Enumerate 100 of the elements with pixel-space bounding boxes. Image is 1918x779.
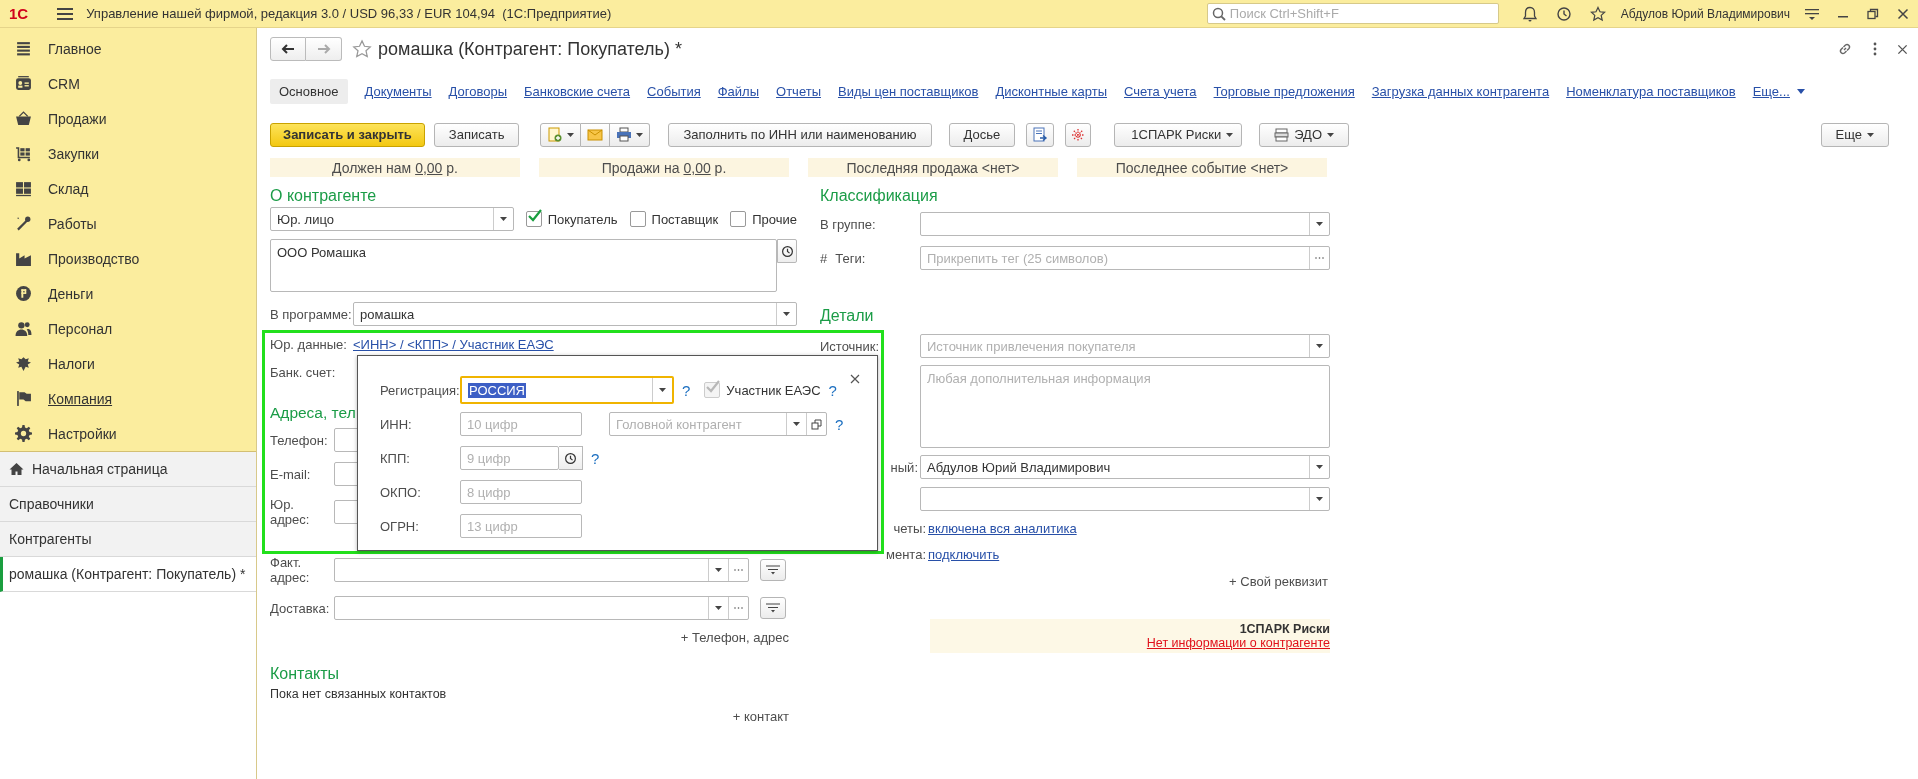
tab[interactable]: Виды цен поставщиков	[838, 78, 979, 104]
select-field[interactable]	[920, 487, 1330, 511]
section-item[interactable]: Производство	[0, 241, 256, 276]
spark-info-link[interactable]: Нет информации о контрагенте	[1146, 636, 1330, 650]
checkbox-label: Прочие	[752, 211, 797, 227]
legal-data-link[interactable]: <ИНН> / <КПП> / Участник ЕАЭС	[353, 336, 554, 352]
checkbox[interactable]	[730, 211, 747, 227]
section-item[interactable]: Продажи	[0, 101, 256, 136]
save-button[interactable]: Записать	[433, 122, 520, 147]
star-icon[interactable]	[1589, 5, 1606, 22]
checkbox[interactable]	[525, 211, 542, 227]
field-label: Регистрация:	[380, 382, 460, 398]
add-phone-address-link[interactable]: + Телефон, адрес	[680, 630, 789, 645]
dossier-button[interactable]: Досье	[948, 122, 1016, 147]
name-field[interactable]: ООО Ромашка	[270, 239, 778, 292]
section-item[interactable]: Настройки	[0, 416, 256, 451]
section-heading: О контрагенте	[270, 186, 377, 206]
address-field[interactable]	[334, 558, 749, 582]
check-icon	[526, 209, 543, 223]
add-attribute-link[interactable]: + Свой реквизит	[1229, 574, 1328, 589]
tab[interactable]: Дисконтные карты	[995, 78, 1107, 104]
caret-icon	[1316, 222, 1323, 226]
bell-icon[interactable]	[1521, 5, 1538, 22]
history-button[interactable]	[559, 446, 583, 470]
add-contact-link[interactable]: + контакт	[732, 709, 789, 724]
check-icon	[705, 380, 722, 394]
section-item[interactable]: Персонал	[0, 311, 256, 346]
section-item[interactable]: CRM	[0, 66, 256, 101]
tab[interactable]: Банковские счета	[524, 78, 631, 104]
window-item[interactable]: Справочники	[0, 487, 256, 522]
more-tabs-link[interactable]: Еще...	[1752, 78, 1790, 104]
asterisk-button[interactable]	[1065, 122, 1092, 147]
back-button[interactable]	[270, 37, 306, 61]
window-item[interactable]: Начальная страница	[0, 452, 256, 487]
help-link[interactable]: ?	[591, 449, 600, 467]
section-item[interactable]: Закупки	[0, 136, 256, 171]
section-label: Деньги	[48, 285, 94, 302]
type-select[interactable]: Юр. лицо	[270, 207, 514, 231]
tab[interactable]: Загрузка данных контрагента	[1371, 78, 1550, 104]
close-icon[interactable]	[850, 374, 860, 384]
history-icon[interactable]	[1555, 5, 1572, 22]
more-button[interactable]: Еще	[1820, 122, 1889, 147]
tab[interactable]: Торговые предложения	[1213, 78, 1355, 104]
close-icon[interactable]	[1897, 43, 1908, 55]
hash-mark: #	[820, 250, 828, 266]
checkbox[interactable]	[629, 211, 646, 227]
section-item[interactable]: Компания	[0, 381, 256, 416]
user-name[interactable]: Абдулов Юрий Владимирович	[1620, 6, 1790, 21]
section-item[interactable]: Главное	[0, 31, 256, 66]
section-item[interactable]: Работы	[0, 206, 256, 241]
settings-icon	[15, 425, 32, 442]
star-icon[interactable]	[352, 39, 372, 59]
caret-icon[interactable]	[1796, 88, 1805, 94]
report-button[interactable]	[1026, 122, 1055, 147]
search-field[interactable]: Поиск Ctrl+Shift+F	[1206, 3, 1499, 24]
select-field[interactable]: Абдулов Юрий Владимирович	[920, 455, 1330, 479]
registration-select[interactable]: РОССИЯ	[460, 376, 674, 404]
section-item[interactable]: Деньги	[0, 276, 256, 311]
tab[interactable]: Номенклатура поставщиков	[1566, 78, 1736, 104]
fill-by-inn-button[interactable]: Заполнить по ИНН или наименованию	[668, 122, 932, 147]
tab[interactable]: События	[647, 78, 701, 104]
link-icon[interactable]	[1837, 41, 1853, 57]
section-item[interactable]: Налоги	[0, 346, 256, 381]
tab[interactable]: Счета учета	[1124, 78, 1197, 104]
history-button[interactable]	[777, 239, 797, 263]
tab[interactable]: Отчеты	[776, 78, 821, 104]
document-arrow-icon	[1032, 126, 1049, 143]
menu-icon[interactable]	[57, 6, 74, 21]
tab[interactable]: Основное	[270, 78, 348, 104]
copy-icon	[811, 418, 822, 430]
field-label: ИНН:	[380, 416, 413, 432]
edo-button[interactable]: ЭДО	[1259, 122, 1349, 147]
window-item[interactable]: Контрагенты	[0, 522, 256, 557]
print-button[interactable]	[610, 122, 651, 147]
address-field[interactable]	[334, 596, 749, 620]
tab[interactable]: Файлы	[717, 78, 760, 104]
section-heading: Классификация	[820, 186, 938, 206]
save-close-button[interactable]: Записать и закрыть	[270, 122, 425, 147]
field-label: ОКПО:	[380, 484, 422, 500]
more-icon[interactable]	[1873, 42, 1877, 56]
filter-icon	[766, 565, 780, 575]
field-label: В программе:	[270, 306, 353, 322]
section-item[interactable]: Склад	[0, 171, 256, 206]
close-icon[interactable]	[1897, 7, 1909, 20]
contact-card-icon	[15, 75, 32, 92]
setting-link[interactable]: включена вся аналитика	[928, 520, 1077, 536]
window-item[interactable]: ромашка (Контрагент: Покупатель) *	[0, 557, 256, 592]
settings-lines-icon[interactable]	[1805, 7, 1819, 20]
tab[interactable]: Документы	[364, 78, 432, 104]
filter-button[interactable]	[760, 597, 786, 619]
help-link[interactable]: ?	[682, 381, 691, 399]
tab[interactable]: Договоры	[448, 78, 508, 104]
program-name-select[interactable]: ромашка	[353, 302, 797, 326]
filter-button[interactable]	[760, 559, 786, 581]
summary-text: Последняя продажа <нет>	[846, 159, 1020, 176]
spark-button[interactable]: 1СПАРК Риски	[1114, 122, 1243, 147]
restore-icon[interactable]	[1867, 7, 1879, 20]
help-link[interactable]: ?	[835, 415, 844, 433]
create-based-button[interactable]	[540, 122, 582, 147]
setting-link[interactable]: подключить	[928, 546, 1000, 562]
